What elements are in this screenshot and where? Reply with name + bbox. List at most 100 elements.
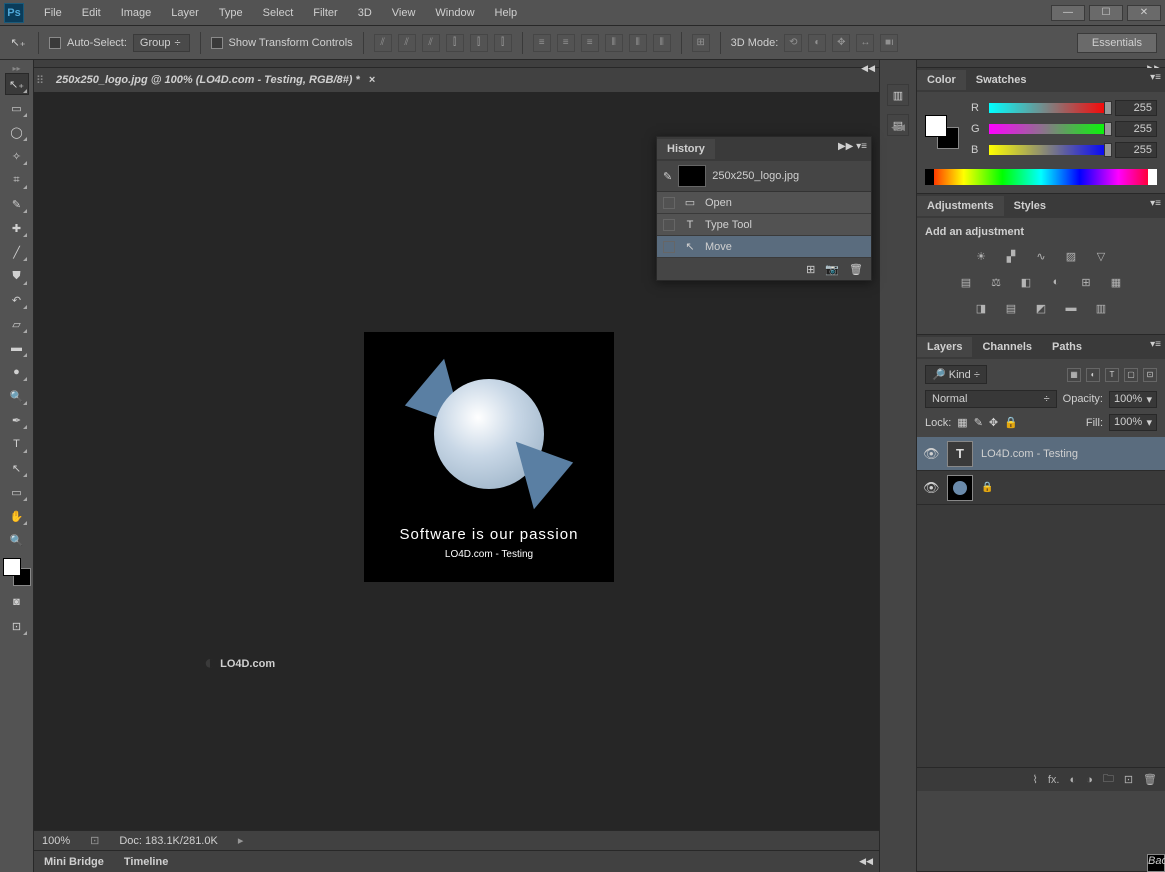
- visibility-eye-icon[interactable]: 👁: [923, 480, 939, 496]
- menu-window[interactable]: Window: [425, 2, 484, 24]
- menu-edit[interactable]: Edit: [72, 2, 111, 24]
- lock-position-icon[interactable]: ✥: [989, 416, 998, 429]
- healing-tool[interactable]: ✚: [5, 217, 29, 239]
- hand-tool[interactable]: ✋: [5, 505, 29, 527]
- link-layers-icon[interactable]: ⌇: [1033, 773, 1038, 786]
- invert-icon[interactable]: ◨: [971, 300, 991, 316]
- g-value-input[interactable]: 255: [1115, 121, 1157, 137]
- brush-tool[interactable]: ╱: [5, 241, 29, 263]
- auto-align-icon[interactable]: ⊞: [692, 34, 710, 52]
- color-tab[interactable]: Color: [917, 70, 966, 90]
- filter-kind-dropdown[interactable]: 🔎 Kind ÷: [925, 365, 987, 384]
- posterize-icon[interactable]: ▤: [1001, 300, 1021, 316]
- align-left-icon[interactable]: ⫿: [446, 34, 464, 52]
- blur-tool[interactable]: ●: [5, 361, 29, 383]
- opacity-input[interactable]: 100%▾: [1109, 391, 1157, 408]
- doc-size[interactable]: Doc: 183.1K/281.0K: [119, 835, 217, 847]
- lock-pixels-icon[interactable]: ▦: [957, 416, 967, 429]
- new-snapshot-icon[interactable]: 📷: [825, 263, 839, 276]
- color-swatch[interactable]: [3, 558, 31, 586]
- bottom-collapse-icon[interactable]: ◀◀: [859, 856, 873, 867]
- brightness-icon[interactable]: ☀: [971, 248, 991, 264]
- layer-row[interactable]: 👁 Background 🔒: [917, 471, 1165, 505]
- pen-tool[interactable]: ✒: [5, 409, 29, 431]
- channels-tab[interactable]: Channels: [972, 337, 1042, 357]
- delete-state-icon[interactable]: 🗑: [849, 263, 863, 276]
- menu-filter[interactable]: Filter: [303, 2, 347, 24]
- blend-mode-dropdown[interactable]: Normal÷: [925, 390, 1057, 408]
- history-check[interactable]: [663, 197, 675, 209]
- 3d-pan-icon[interactable]: ✥: [832, 34, 850, 52]
- canvas[interactable]: Software is our passion LO4D.com - Testi…: [364, 332, 614, 582]
- layer-thumb-icon[interactable]: [947, 475, 973, 501]
- history-source[interactable]: ✎ 250x250_logo.jpg: [657, 161, 871, 192]
- move-tool[interactable]: ↖₊: [5, 73, 29, 95]
- styles-tab[interactable]: Styles: [1004, 196, 1056, 216]
- show-transform-checkbox[interactable]: [211, 37, 223, 49]
- mini-bridge-tab[interactable]: Mini Bridge: [34, 853, 114, 871]
- b-slider[interactable]: [989, 145, 1109, 155]
- threshold-icon[interactable]: ◩: [1031, 300, 1051, 316]
- visibility-eye-icon[interactable]: 👁: [923, 446, 939, 462]
- filter-smart-icon[interactable]: ⊡: [1143, 368, 1157, 382]
- align-vmid-icon[interactable]: ⫽: [398, 34, 416, 52]
- collapsed-panel-icon[interactable]: ▥: [887, 84, 909, 106]
- layer-name[interactable]: Background: [1147, 854, 1165, 872]
- gradient-tool[interactable]: ▬: [5, 337, 29, 359]
- current-tool-icon[interactable]: ↖₊: [8, 33, 28, 53]
- gradient-map-icon[interactable]: ▬: [1061, 300, 1081, 316]
- layer-row[interactable]: 👁 T LO4D.com - Testing: [917, 437, 1165, 471]
- menu-image[interactable]: Image: [111, 2, 162, 24]
- delete-layer-icon[interactable]: 🗑: [1143, 773, 1157, 786]
- history-brush-icon[interactable]: ✎: [663, 170, 672, 183]
- crop-tool[interactable]: ⌗: [5, 169, 29, 191]
- align-bottom-icon[interactable]: ⫽: [422, 34, 440, 52]
- quick-select-tool[interactable]: ✧: [5, 145, 29, 167]
- history-panel[interactable]: History ▶▶ ▾≡ ✎ 250x250_logo.jpg ▭ Open …: [656, 136, 872, 281]
- lock-paint-icon[interactable]: ✎: [974, 416, 983, 429]
- distribute-left-icon[interactable]: ⦀: [605, 34, 623, 52]
- levels-icon[interactable]: ▞: [1001, 248, 1021, 264]
- screen-mode-tool[interactable]: ⊡: [5, 615, 29, 637]
- distribute-right-icon[interactable]: ⦀: [653, 34, 671, 52]
- filter-pixel-icon[interactable]: ▦: [1067, 368, 1081, 382]
- workspace-switcher[interactable]: Essentials: [1077, 33, 1157, 53]
- layers-tab[interactable]: Layers: [917, 337, 972, 357]
- menu-3d[interactable]: 3D: [348, 2, 382, 24]
- distribute-hmid-icon[interactable]: ⦀: [629, 34, 647, 52]
- menu-file[interactable]: File: [34, 2, 72, 24]
- collapse-icon[interactable]: ◀◀: [861, 63, 875, 74]
- window-minimize-button[interactable]: —: [1051, 5, 1085, 21]
- panel-menu-icon[interactable]: ▾≡: [1150, 339, 1161, 350]
- color-balance-icon[interactable]: ⚖: [986, 274, 1006, 290]
- spectrum-picker[interactable]: [925, 169, 1157, 185]
- layer-mask-icon[interactable]: ◐: [1070, 774, 1077, 786]
- window-close-button[interactable]: ✕: [1127, 5, 1161, 21]
- filter-shape-icon[interactable]: ▢: [1124, 368, 1138, 382]
- photo-filter-icon[interactable]: ◐: [1046, 274, 1066, 290]
- shape-tool[interactable]: ▭: [5, 481, 29, 503]
- new-doc-from-state-icon[interactable]: ⊞: [806, 263, 815, 276]
- history-brush-tool[interactable]: ↶: [5, 289, 29, 311]
- r-slider[interactable]: [989, 103, 1109, 113]
- eraser-tool[interactable]: ▱: [5, 313, 29, 335]
- menu-layer[interactable]: Layer: [161, 2, 209, 24]
- marquee-tool[interactable]: ▭: [5, 97, 29, 119]
- bw-icon[interactable]: ◧: [1016, 274, 1036, 290]
- color-lookup-icon[interactable]: ▦: [1106, 274, 1126, 290]
- zoom-level[interactable]: 100%: [42, 835, 70, 847]
- menu-select[interactable]: Select: [253, 2, 304, 24]
- history-check[interactable]: [663, 241, 675, 253]
- lasso-tool[interactable]: ◯: [5, 121, 29, 143]
- menu-type[interactable]: Type: [209, 2, 253, 24]
- filter-adjust-icon[interactable]: ◐: [1086, 368, 1100, 382]
- b-value-input[interactable]: 255: [1115, 142, 1157, 158]
- path-select-tool[interactable]: ↖: [5, 457, 29, 479]
- history-item[interactable]: T Type Tool: [657, 214, 871, 236]
- 3d-scale-icon[interactable]: ■ı: [880, 34, 898, 52]
- new-group-icon[interactable]: 🗀: [1103, 770, 1114, 789]
- dodge-tool[interactable]: 🔍: [5, 385, 29, 407]
- curves-icon[interactable]: ∿: [1031, 248, 1051, 264]
- fill-input[interactable]: 100%▾: [1109, 414, 1157, 431]
- color-swatch-pair[interactable]: [925, 115, 959, 149]
